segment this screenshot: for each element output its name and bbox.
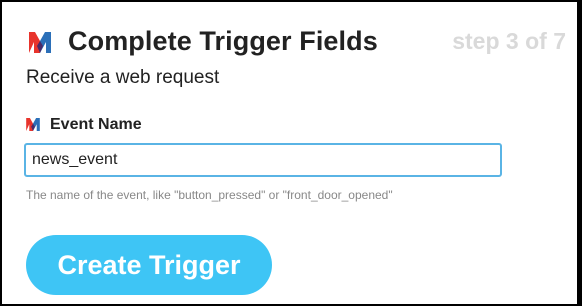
event-name-label-text: Event Name: [50, 116, 142, 133]
trigger-fields-panel: Complete Trigger Fields step 3 of 7 Rece…: [2, 2, 577, 304]
event-name-label: Event Name: [26, 116, 326, 136]
header: Complete Trigger Fields step 3 of 7: [26, 24, 566, 58]
maker-logo-icon: [29, 32, 51, 53]
event-name-helper-text: The name of the event, like "button_pres…: [26, 188, 393, 202]
create-trigger-button[interactable]: Create Trigger: [26, 235, 272, 295]
page-title: Complete Trigger Fields: [68, 26, 378, 56]
step-indicator: step 3 of 7: [452, 28, 566, 54]
trigger-description: Receive a web request: [26, 67, 220, 88]
maker-logo-icon: [26, 118, 40, 131]
event-name-input[interactable]: [24, 143, 502, 177]
